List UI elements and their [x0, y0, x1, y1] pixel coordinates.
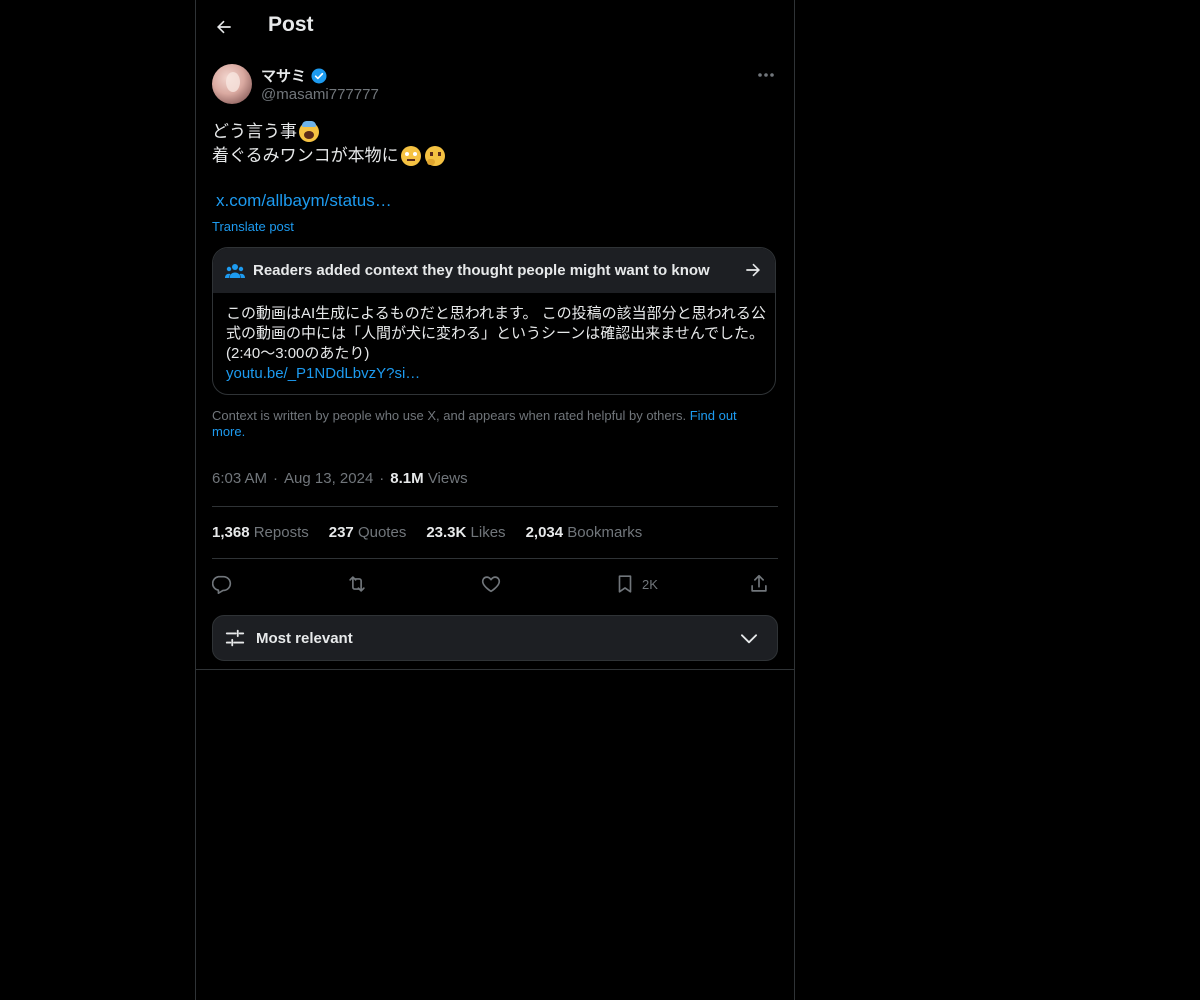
views-label: Views	[427, 470, 468, 487]
reply-button[interactable]	[212, 570, 234, 598]
page-title: Post	[268, 13, 314, 36]
engagement-stats: 1,368 Reposts 237 Quotes 23.3K Likes 2,0…	[212, 524, 642, 541]
back-button[interactable]	[210, 13, 238, 41]
community-note-link[interactable]: youtu.be/_P1NDdLbvzY?si…	[226, 364, 766, 384]
page-header: Post	[196, 0, 794, 54]
reply-icon	[212, 575, 232, 594]
bookmark-button[interactable]: 2K	[614, 570, 658, 598]
stat-quotes[interactable]: 237 Quotes	[329, 524, 407, 541]
community-note-header[interactable]: Readers added context they thought peopl…	[213, 248, 775, 293]
more-button[interactable]	[754, 65, 778, 85]
action-bar: 2K	[212, 570, 778, 598]
chevron-down-icon	[739, 629, 759, 649]
share-button[interactable]	[748, 570, 770, 598]
like-button[interactable]	[480, 570, 502, 598]
bookmark-count: 2K	[642, 576, 658, 592]
verified-icon	[310, 67, 328, 85]
bookmark-icon	[618, 575, 632, 593]
arrow-right-icon	[743, 260, 763, 280]
sliders-icon	[224, 627, 246, 649]
repost-button[interactable]	[346, 570, 368, 598]
stat-reposts[interactable]: 1,368 Reposts	[212, 524, 309, 541]
scream-emoji-icon	[299, 121, 319, 142]
community-note-body: この動画はAI生成によるものだと思われます。 この投稿の該当部分と思われる公式の…	[226, 304, 766, 384]
context-info-text: Context is written by people who use X, …	[212, 408, 690, 423]
avatar[interactable]	[212, 64, 252, 104]
post-meta: 6:03 AM · Aug 13, 2024 · 8.1M Views	[212, 470, 468, 487]
stat-bookmarks[interactable]: 2,034 Bookmarks	[526, 524, 643, 541]
meta-separator: ·	[379, 470, 385, 487]
translate-post-link[interactable]: Translate post	[212, 219, 294, 234]
community-note-text: この動画はAI生成によるものだと思われます。 この投稿の該当部分と思われる公式の…	[226, 305, 766, 362]
post-link[interactable]: x.com/allbaym/status…	[216, 191, 392, 211]
thinking-emoji-icon	[424, 146, 445, 166]
post-text: どう言う事 着ぐるみワンコが本物に	[212, 120, 445, 168]
display-name[interactable]: マサミ	[261, 65, 306, 86]
divider	[196, 669, 794, 670]
more-icon	[758, 73, 774, 77]
author-name-row[interactable]: マサミ	[261, 65, 328, 86]
sort-label: Most relevant	[256, 629, 353, 647]
post-text-line-2: 着ぐるみワンコが本物に	[212, 146, 399, 165]
context-info: Context is written by people who use X, …	[212, 408, 772, 440]
share-icon	[751, 574, 767, 592]
like-icon	[481, 576, 501, 593]
reply-sort-dropdown[interactable]: Most relevant	[212, 615, 778, 661]
community-note-card: Readers added context they thought peopl…	[212, 247, 776, 395]
post-date[interactable]: Aug 13, 2024	[284, 470, 373, 487]
divider	[212, 506, 778, 507]
views-count: 8.1M	[390, 470, 424, 487]
post-time[interactable]: 6:03 AM	[212, 470, 267, 487]
community-note-title: Readers added context they thought peopl…	[253, 262, 710, 279]
meta-separator: ·	[273, 470, 279, 487]
people-icon	[225, 261, 245, 281]
back-arrow-icon	[217, 20, 231, 34]
eye-roll-emoji-icon	[400, 146, 421, 166]
author-handle[interactable]: @masami777777	[261, 86, 379, 103]
stat-likes[interactable]: 23.3K Likes	[426, 524, 505, 541]
repost-icon	[349, 576, 365, 592]
post-text-line-1: どう言う事	[212, 122, 297, 141]
divider	[212, 558, 778, 559]
post-column: Post マサミ @masami777777 どう言う事 着ぐるみワンコが本物に…	[195, 0, 795, 1000]
